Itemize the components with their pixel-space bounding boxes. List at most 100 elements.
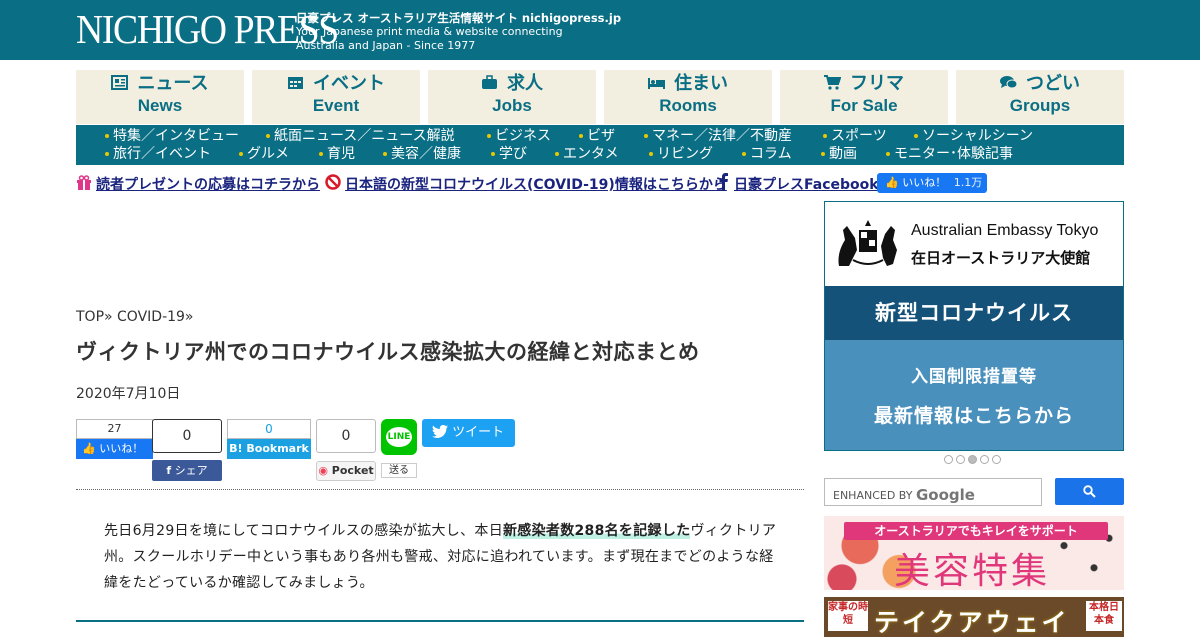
like-count: 1.1万 (953, 176, 983, 189)
nav-forsale-en: For Sale (830, 96, 898, 115)
fb-like-count: 27 (76, 419, 153, 439)
search-enhanced-label: ENHANCED BY (833, 489, 913, 502)
embassy-line2: 最新情報はこちらから (873, 405, 1074, 427)
beauty-banner-tagline: オーストラリアでもキレイをサポート (844, 522, 1108, 540)
takeaway-banner[interactable]: 家事の時短 テイクアウェイ 本格日本食 (824, 597, 1124, 637)
beauty-feature-banner[interactable]: オーストラリアでもキレイをサポート 美容特集 (824, 516, 1124, 590)
pocket-button[interactable]: ◉ Pocket (316, 461, 376, 481)
no-entry-icon (325, 174, 341, 190)
takeaway-left-label: 家事の時短 (828, 601, 868, 631)
search-input[interactable]: ENHANCED BY Google (824, 478, 1042, 506)
embassy-name-jp: 在日オーストラリア大使館 (911, 249, 1091, 267)
fb-share-widget[interactable]: 0 f シェア (152, 419, 222, 481)
carousel-dot[interactable] (992, 455, 1001, 464)
nav-tab-jobs[interactable]: 求人 Jobs (428, 70, 596, 124)
lead-highlight: 新感染者数288名を記録した (503, 523, 691, 539)
calendar-icon (288, 77, 303, 89)
carousel-dot-active[interactable] (968, 455, 977, 464)
breadcrumb[interactable]: TOP» COVID-19» (76, 309, 194, 325)
nav-tab-forsale[interactable]: フリマ For Sale (780, 70, 948, 124)
thumbs-up-icon: 👍 (885, 176, 899, 189)
embassy-name-en: Australian Embassy Tokyo (911, 222, 1099, 239)
facebook-like-button[interactable]: 👍 いいね！ 1.1万 (877, 173, 987, 193)
fb-like-button[interactable]: 👍 いいね！ (76, 439, 153, 459)
tweet-button[interactable]: ツイート (422, 419, 515, 447)
article-date: 2020年7月10日 (76, 386, 181, 402)
hatena-widget[interactable]: 0 B! Bookmark (227, 419, 311, 459)
section-rule (76, 620, 804, 622)
pocket-label: Pocket (331, 464, 374, 477)
hatena-bookmark-button[interactable]: B! Bookmark (227, 439, 311, 459)
line-widget[interactable]: LINE 送る (381, 419, 418, 479)
fb-share-label: シェア (174, 464, 208, 477)
covid-info-link[interactable]: 日本語の新型コロナウイルス(COVID-19)情報はこちらから (345, 174, 727, 194)
present-link[interactable]: 読者プレゼントの応募はコチラから (96, 174, 320, 194)
twitter-icon (432, 424, 448, 438)
divider (76, 489, 804, 490)
cart-icon (824, 75, 841, 90)
newspaper-icon (111, 75, 129, 90)
fb-like-widget[interactable]: 27 👍 いいね！ (76, 419, 153, 459)
cat-monitor[interactable]: モニター･体験記事 (886, 145, 1013, 163)
article-title: ヴィクトリア州でのコロナウイルス感染拡大の経緯と対応まとめ (76, 340, 700, 364)
nav-event-jp: イベント (313, 73, 385, 94)
bed-icon (648, 78, 665, 89)
takeaway-right-label: 本格日本食 (1086, 601, 1122, 631)
carousel-dot[interactable] (980, 455, 989, 464)
search-button[interactable] (1055, 478, 1124, 505)
nav-tab-rooms[interactable]: 住まい Rooms (604, 70, 772, 124)
cat-travel[interactable]: 旅行／イベント (105, 145, 211, 163)
cat-living[interactable]: リビング (649, 145, 713, 163)
line-send-button[interactable]: 送る (381, 463, 417, 478)
tweet-label: ツイート (452, 425, 505, 440)
pocket-count: 0 (316, 419, 376, 453)
nav-tab-event[interactable]: イベント Event (252, 70, 420, 124)
cat-gourmet[interactable]: グルメ (239, 145, 289, 163)
cat-print-news[interactable]: 紙面ニュース／ニュース解説 (266, 127, 455, 145)
nav-groups-en: Groups (1009, 96, 1071, 115)
site-tagline: 日豪プレス オーストラリア生活情報サイト nichigopress.jp You… (296, 11, 621, 53)
cat-sports[interactable]: スポーツ (823, 127, 887, 145)
pocket-widget[interactable]: 0 ◉ Pocket (316, 419, 376, 483)
chat-icon (1000, 76, 1017, 89)
main-nav: ニュース News イベント Event 求人 Jobs 住まい Rooms フ… (76, 70, 1124, 124)
cat-social[interactable]: ソーシャルシーン (914, 127, 1033, 145)
nav-tab-news[interactable]: ニュース News (76, 70, 244, 124)
cat-video[interactable]: 動画 (821, 145, 857, 163)
nav-forsale-jp: フリマ (850, 73, 904, 94)
tagline-line2: Your Japanese print media & website conn… (296, 25, 563, 38)
cat-entertainment[interactable]: エンタメ (555, 145, 619, 163)
facebook-icon (719, 173, 728, 190)
briefcase-icon (482, 75, 497, 89)
cat-features[interactable]: 特集／インタビュー (105, 127, 239, 145)
site-header: NICHIGO PRESS 日豪プレス オーストラリア生活情報サイト nichi… (0, 0, 1200, 60)
carousel-dot[interactable] (956, 455, 965, 464)
nav-rooms-en: Rooms (659, 96, 717, 115)
category-nav: 特集／インタビュー 紙面ニュース／ニュース解説 ビジネス ビザ マネー／法律／不… (76, 125, 1124, 165)
cat-parenting[interactable]: 育児 (319, 145, 355, 163)
nav-tab-groups[interactable]: つどい Groups (956, 70, 1124, 124)
pocket-icon: ◉ (318, 464, 328, 477)
cat-visa[interactable]: ビザ (579, 127, 615, 145)
cat-column[interactable]: コラム (742, 145, 792, 163)
embassy-banner[interactable]: Australian Embassy Tokyo 在日オーストラリア大使館 新型… (824, 201, 1124, 451)
nav-jobs-jp: 求人 (507, 73, 543, 94)
cat-money[interactable]: マネー／法律／不動産 (644, 127, 792, 145)
nav-event-en: Event (312, 96, 360, 115)
like-label: いいね！ (902, 176, 947, 189)
cat-business[interactable]: ビジネス (487, 127, 551, 145)
cat-learning[interactable]: 学び (491, 145, 527, 163)
fb-like-label: いいね！ (99, 442, 144, 455)
nav-rooms-jp: 住まい (674, 73, 728, 94)
nav-groups-jp: つどい (1026, 73, 1080, 94)
line-icon[interactable]: LINE (381, 419, 417, 455)
carousel-dot[interactable] (944, 455, 953, 464)
fb-share-button[interactable]: f シェア (152, 460, 222, 481)
embassy-covid-heading: 新型コロナウイルス (825, 286, 1123, 340)
cat-beauty[interactable]: 美容／健康 (383, 145, 461, 163)
search-icon (1083, 485, 1096, 498)
takeaway-title: テイクアウェイ (874, 608, 1070, 637)
facebook-page-link[interactable]: 日豪プレスFacebook (734, 174, 879, 194)
embassy-line1: 入国制限措置等 (911, 367, 1037, 387)
line-label: LINE (386, 426, 412, 447)
